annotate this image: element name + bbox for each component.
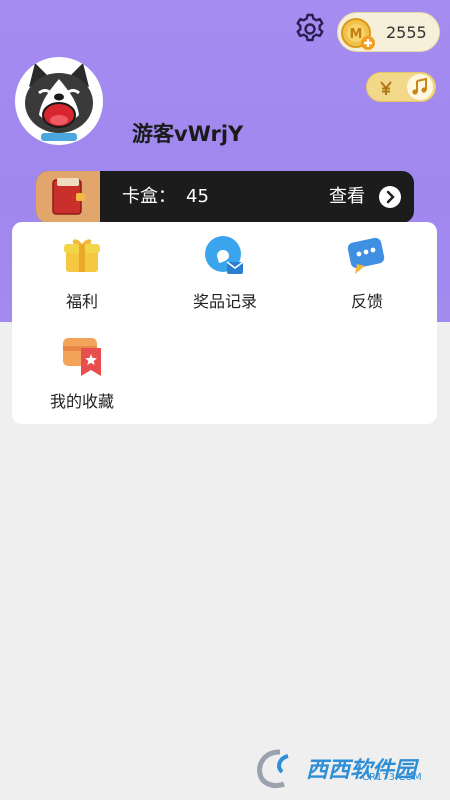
coin-balance[interactable]: M 2555 (337, 12, 440, 52)
svg-text:M: M (350, 27, 363, 42)
yen-icon (377, 79, 395, 97)
settings-gear-icon[interactable] (293, 12, 327, 46)
chevron-right-icon[interactable] (379, 186, 401, 208)
menu-item-label: 奖品记录 (192, 292, 257, 311)
menu-item-favorites[interactable]: 我的收藏 (12, 334, 152, 424)
menu-item-welfare[interactable]: 福利 (12, 234, 152, 324)
menu-item-label: 反馈 (350, 292, 383, 311)
menu-item-label: 福利 (65, 292, 98, 311)
watermark-swirl-icon (257, 749, 289, 789)
music-toggle[interactable] (366, 72, 436, 102)
menu-item-feedback[interactable]: 反馈 (297, 234, 437, 324)
nickname: 游客vWrjY (132, 122, 244, 146)
coin-add-icon: M (340, 15, 376, 51)
wallet-icon (44, 175, 92, 219)
cardbox-banner[interactable]: 卡盒： 45 查看 (36, 171, 414, 223)
cardbox-label: 卡盒： (122, 186, 176, 207)
view-button-label[interactable]: 查看 (329, 171, 365, 223)
watermark-logo: 西西软件园 CR173.COM (252, 746, 432, 790)
prize-record-icon (205, 236, 244, 274)
menu-item-label: 我的收藏 (49, 392, 114, 411)
menu-item-prize-record[interactable]: 奖品记录 (155, 234, 295, 324)
feedback-icon (347, 237, 385, 274)
cardbox-count: 45 (186, 186, 209, 207)
menu-panel: 福利 奖品记录 反馈 我的收藏 (12, 222, 437, 424)
coin-count: 2555 (386, 23, 427, 42)
avatar[interactable] (15, 57, 103, 145)
watermark-site: CR173.COM (362, 772, 422, 783)
gift-icon (64, 239, 100, 272)
favorites-icon (63, 338, 101, 376)
music-note-icon (407, 74, 433, 100)
